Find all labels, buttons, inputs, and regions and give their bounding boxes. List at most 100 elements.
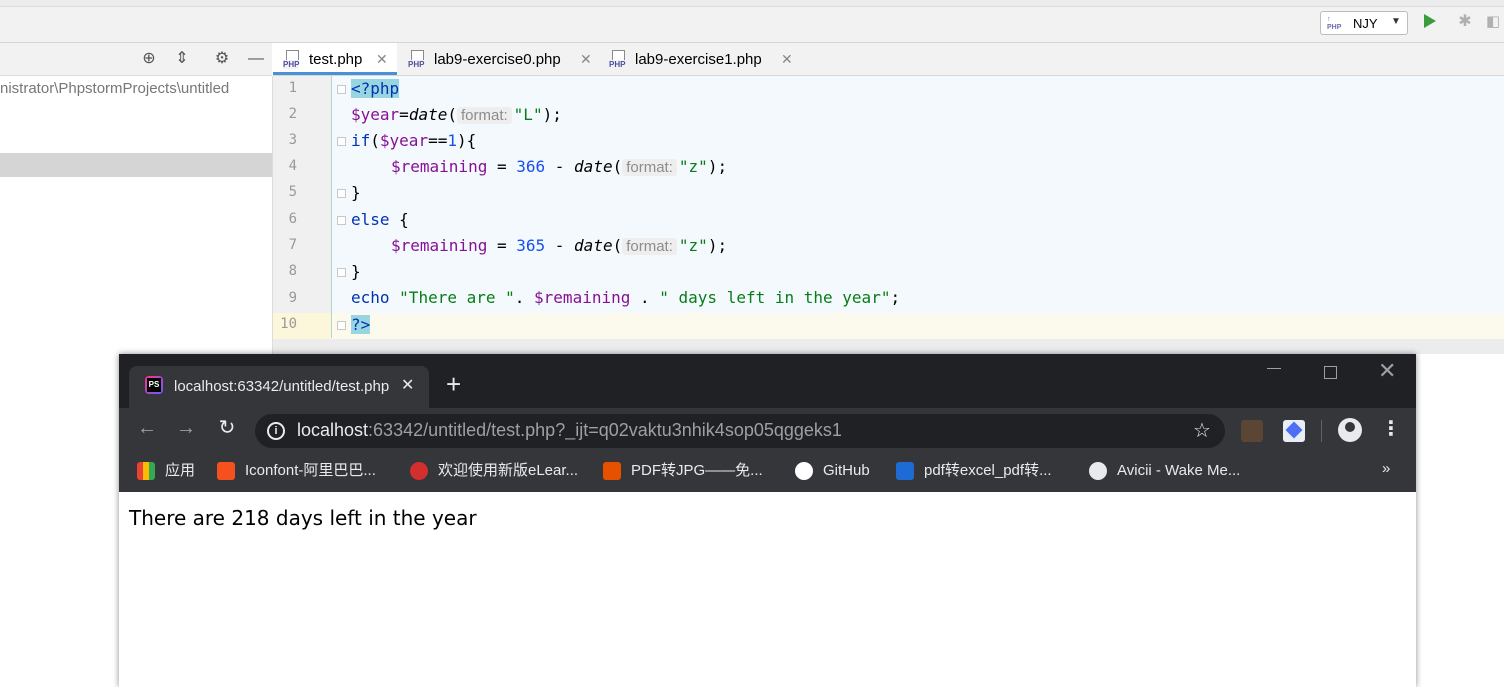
bookmark-iconfont[interactable]: Iconfont-阿里巴巴... bbox=[217, 462, 397, 482]
more-bookmarks-button[interactable]: » bbox=[1382, 460, 1390, 477]
code-token: ( bbox=[370, 131, 380, 150]
line-number: 7 bbox=[288, 237, 297, 253]
code-token: } bbox=[351, 183, 361, 202]
fold-marker-icon[interactable] bbox=[337, 85, 346, 94]
close-icon[interactable]: ✕ bbox=[781, 51, 793, 68]
close-icon[interactable]: ✕ bbox=[401, 375, 414, 395]
url-text[interactable]: localhost:63342/untitled/test.php?_ijt=q… bbox=[297, 420, 842, 441]
line-number: 8 bbox=[288, 263, 297, 279]
bookmark-github[interactable]: GitHub bbox=[795, 462, 885, 482]
line-number: 1 bbox=[288, 80, 297, 96]
code-line: ?> bbox=[351, 315, 371, 334]
profile-icon[interactable] bbox=[1338, 418, 1362, 442]
browser-toolbar: ← → ↻ i localhost:63342/untitled/test.ph… bbox=[119, 408, 1416, 452]
code-token: $year bbox=[351, 105, 400, 124]
line-number: 3 bbox=[288, 132, 297, 148]
line-number: 10 bbox=[280, 316, 297, 332]
globe-icon bbox=[1089, 462, 1107, 480]
url-path: :63342/untitled/test.php?_ijt=q02vaktu3n… bbox=[368, 420, 842, 440]
code-token: ( bbox=[447, 105, 457, 124]
code-token: date bbox=[574, 157, 613, 176]
line-number: 9 bbox=[288, 290, 297, 306]
fold-marker-icon[interactable] bbox=[337, 216, 346, 225]
elearning-icon bbox=[410, 462, 428, 480]
code-line: $remaining = 365 - date(format: "z"); bbox=[391, 236, 727, 255]
browser-window: PS localhost:63342/untitled/test.php ✕ +… bbox=[119, 354, 1416, 687]
fold-marker-icon[interactable] bbox=[337, 137, 346, 146]
gutter-separator bbox=[331, 76, 332, 338]
address-bar[interactable]: i localhost:63342/untitled/test.php?_ijt… bbox=[255, 414, 1225, 448]
info-icon[interactable]: i bbox=[267, 422, 285, 440]
window-close-icon[interactable]: ✕ bbox=[1378, 358, 1396, 384]
maximize-icon[interactable] bbox=[1324, 366, 1337, 379]
tab-test-php[interactable]: PHP test.php ✕ bbox=[273, 43, 397, 75]
code-token: - bbox=[545, 236, 575, 255]
parameter-hint: format: bbox=[622, 159, 677, 176]
url-host: localhost bbox=[297, 420, 369, 440]
line-number: 5 bbox=[288, 184, 297, 200]
bookmark-avicii[interactable]: Avicii - Wake Me... bbox=[1089, 462, 1269, 482]
editor-tab-bar: PHP test.php ✕ PHP lab9-exercise0.php ✕ … bbox=[273, 43, 1504, 76]
code-token: 366 bbox=[516, 157, 546, 176]
minimize-icon[interactable] bbox=[1267, 368, 1281, 369]
page-content: There are 218 days left in the year bbox=[119, 492, 1416, 687]
github-icon bbox=[795, 462, 813, 480]
back-icon[interactable]: ← bbox=[135, 416, 159, 440]
code-token: else bbox=[351, 210, 390, 229]
hide-panel-icon[interactable]: — bbox=[246, 49, 266, 69]
bookmark-elearning[interactable]: 欢迎使用新版eLear... bbox=[410, 462, 590, 482]
bookmark-pdf-excel[interactable]: pdf转excel_pdf转... bbox=[896, 462, 1076, 482]
close-icon[interactable]: ✕ bbox=[580, 51, 592, 68]
bookmark-label: 欢迎使用新版eLear... bbox=[438, 462, 579, 479]
code-token: $remaining bbox=[391, 157, 488, 176]
code-token: = bbox=[487, 157, 517, 176]
code-token: ); bbox=[707, 236, 728, 255]
code-token: "There are " bbox=[399, 288, 515, 307]
line-number: 6 bbox=[288, 211, 297, 227]
project-root-path[interactable]: nistrator\PhpstormProjects\untitled bbox=[0, 80, 272, 97]
collapse-all-icon[interactable]: ⇕ bbox=[172, 49, 192, 69]
bookmark-star-icon[interactable]: ☆ bbox=[1193, 418, 1211, 443]
forward-icon[interactable]: → bbox=[174, 416, 198, 440]
project-panel-header: ⊕ ⇕ ⚙ — bbox=[0, 43, 272, 76]
code-token: 365 bbox=[516, 236, 546, 255]
tab-lab9-exercise1[interactable]: PHP lab9-exercise1.php ✕ bbox=[599, 43, 799, 75]
pdf-icon bbox=[603, 462, 621, 480]
php-run-config-icon: ↑ PHP bbox=[1327, 16, 1342, 31]
extension-bird-icon[interactable] bbox=[1283, 420, 1305, 442]
bookmark-label: PDF转JPG——免... bbox=[631, 462, 763, 479]
bookmark-apps[interactable]: 应用 bbox=[137, 462, 217, 482]
gear-icon[interactable]: ⚙ bbox=[212, 49, 232, 69]
tab-lab9-exercise0[interactable]: PHP lab9-exercise0.php ✕ bbox=[398, 43, 598, 75]
fold-marker-icon[interactable] bbox=[337, 321, 346, 330]
run-configuration-select[interactable]: ↑ PHP NJY ▼ bbox=[1320, 11, 1408, 35]
code-token: $year bbox=[379, 131, 429, 150]
new-tab-icon[interactable]: + bbox=[446, 371, 461, 397]
code-token: . bbox=[630, 288, 660, 307]
code-line: } bbox=[351, 183, 361, 202]
code-line: echo "There are ". $remaining . " days l… bbox=[351, 288, 900, 307]
more-menu-icon[interactable]: ⋮ bbox=[1381, 416, 1401, 441]
browser-tab-title: localhost:63342/untitled/test.php bbox=[174, 378, 390, 395]
browser-tab[interactable]: PS localhost:63342/untitled/test.php ✕ bbox=[129, 366, 429, 408]
debug-icon[interactable]: ✱ bbox=[1456, 13, 1474, 31]
run-with-coverage-icon[interactable]: ◧ bbox=[1486, 13, 1504, 31]
fold-marker-icon[interactable] bbox=[337, 189, 346, 198]
bookmarks-bar: 应用 Iconfont-阿里巴巴... 欢迎使用新版eLear... PDF转J… bbox=[119, 452, 1416, 492]
code-token: echo bbox=[351, 288, 390, 307]
reload-icon[interactable]: ↻ bbox=[215, 416, 239, 440]
close-icon[interactable]: ✕ bbox=[376, 51, 388, 68]
bookmark-label: Avicii - Wake Me... bbox=[1117, 462, 1241, 479]
bookmark-pdf-jpg[interactable]: PDF转JPG——免... bbox=[603, 462, 773, 482]
run-icon[interactable] bbox=[1424, 14, 1436, 28]
bookmark-label: 应用 bbox=[165, 462, 196, 479]
project-tree-selected-row[interactable] bbox=[0, 153, 272, 177]
code-token: } bbox=[351, 262, 361, 281]
extension-avatar-icon[interactable] bbox=[1241, 420, 1263, 442]
code-token: ); bbox=[707, 157, 728, 176]
phpstorm-favicon-icon: PS bbox=[145, 376, 163, 394]
locate-file-icon[interactable]: ⊕ bbox=[139, 49, 159, 69]
fold-marker-icon[interactable] bbox=[337, 268, 346, 277]
code-line: if($year==1){ bbox=[351, 131, 476, 150]
bookmark-label: Iconfont-阿里巴巴... bbox=[245, 462, 376, 479]
